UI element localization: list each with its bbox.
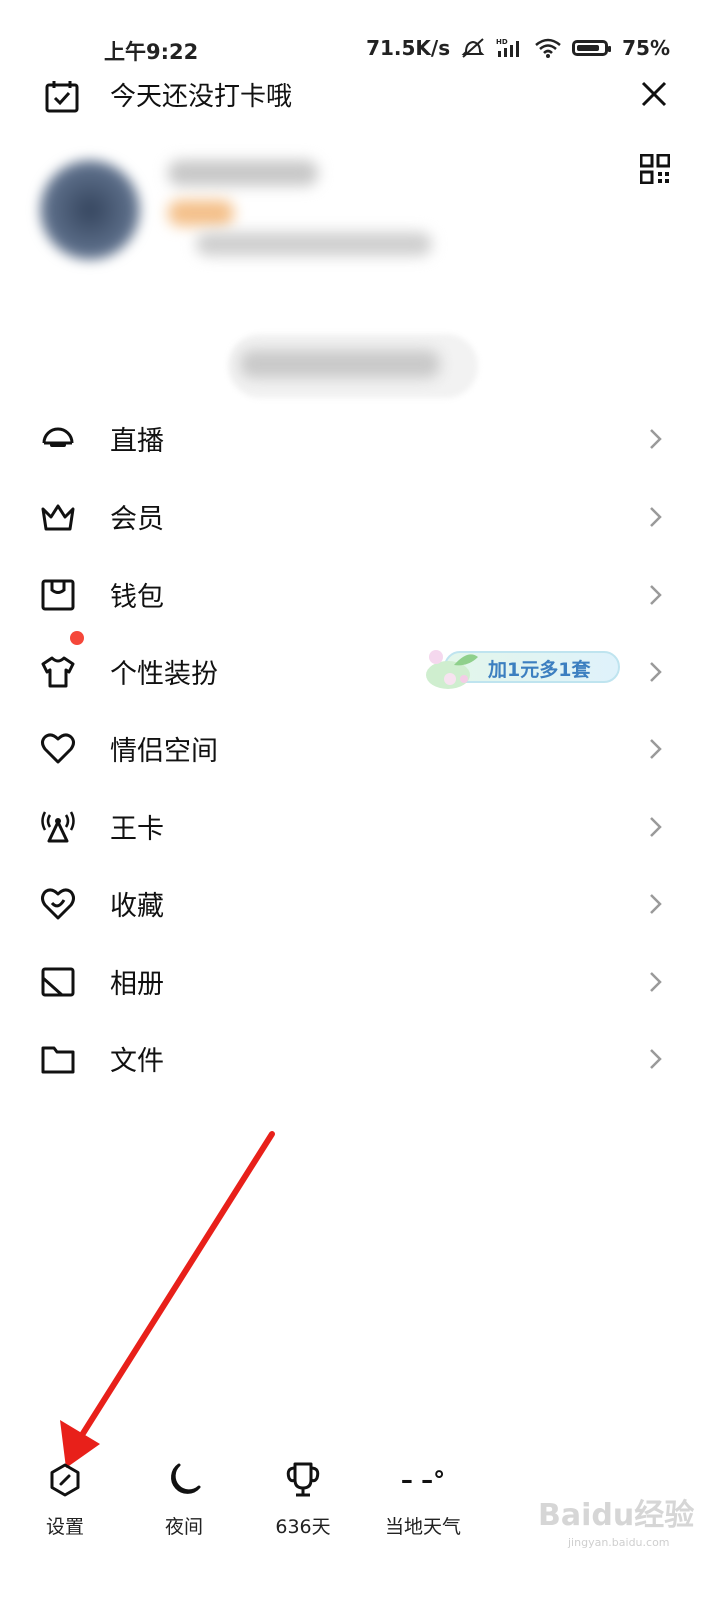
menu-label: 文件 bbox=[110, 1046, 164, 1077]
chevron-right-icon bbox=[650, 506, 662, 527]
night-mode-button[interactable]: 夜间 bbox=[129, 1460, 239, 1539]
status-pill-text-redacted bbox=[240, 350, 440, 378]
chevron-right-icon bbox=[650, 971, 662, 992]
watermark-logo: Baidu经验 bbox=[538, 1498, 695, 1533]
menu-item-vip[interactable]: 会员 bbox=[0, 478, 720, 555]
cell-signal-icon: HD bbox=[496, 38, 520, 57]
menu-item-files[interactable]: 文件 bbox=[0, 1020, 720, 1097]
album-icon bbox=[41, 967, 75, 996]
checkin-prompt[interactable]: 今天还没打卡哦 bbox=[110, 76, 292, 113]
menu-item-king-card[interactable]: 王卡 bbox=[0, 788, 720, 865]
days-button[interactable]: 636天 bbox=[248, 1460, 358, 1539]
weather-button[interactable]: – –° 当地天气 bbox=[368, 1460, 478, 1539]
night-label: 夜间 bbox=[164, 1516, 203, 1538]
wallet-icon bbox=[41, 579, 75, 610]
watermark-url: jingyan.baidu.com bbox=[568, 1536, 670, 1549]
crown-icon bbox=[41, 504, 75, 530]
qr-code-icon[interactable] bbox=[640, 154, 670, 184]
new-badge-dot bbox=[70, 631, 84, 645]
weather-label: 当地天气 bbox=[384, 1516, 461, 1538]
menu-label: 情侣空间 bbox=[110, 736, 218, 767]
moon-icon bbox=[171, 1463, 201, 1494]
chevron-right-icon bbox=[650, 893, 662, 914]
battery-icon bbox=[572, 40, 612, 56]
status-time: 上午9:22 bbox=[104, 40, 199, 64]
mute-icon bbox=[461, 38, 485, 58]
menu-label: 会员 bbox=[110, 504, 164, 535]
menu-label: 直播 bbox=[110, 426, 164, 457]
flower-icon bbox=[426, 650, 478, 689]
close-icon[interactable] bbox=[638, 78, 670, 110]
menu-label: 钱包 bbox=[110, 582, 164, 613]
menu-label: 收藏 bbox=[110, 891, 164, 922]
menu-item-live[interactable]: 直播 bbox=[0, 400, 720, 477]
menu-label: 相册 bbox=[110, 969, 164, 1000]
promo-text: 加1元多1套 bbox=[488, 659, 591, 681]
status-bar: 上午9:22 71.5K/s HD 75% bbox=[0, 0, 720, 70]
status-right: 71.5K/s HD 75% bbox=[366, 36, 670, 60]
weather-value: – –° bbox=[400, 1466, 446, 1494]
menu-item-personalize[interactable]: 个性装扮 加1元多1套 bbox=[0, 631, 720, 710]
profile-sign-redacted bbox=[196, 232, 432, 256]
folder-icon bbox=[41, 1046, 75, 1073]
chevron-right-icon bbox=[650, 1048, 662, 1069]
heart-icon bbox=[41, 732, 75, 763]
days-label: 636天 bbox=[275, 1516, 331, 1538]
wifi-icon bbox=[535, 38, 561, 58]
menu-item-wallet[interactable]: 钱包 bbox=[0, 556, 720, 633]
tshirt-icon bbox=[41, 656, 75, 687]
menu-item-favorites[interactable]: 收藏 bbox=[0, 865, 720, 942]
chevron-right-icon bbox=[650, 584, 662, 605]
trophy-icon bbox=[286, 1462, 320, 1497]
profile-badge-redacted bbox=[168, 200, 234, 226]
battery-level: 75% bbox=[622, 36, 670, 60]
avatar[interactable] bbox=[40, 160, 140, 260]
signal-tower-icon bbox=[41, 810, 75, 842]
settings-label: 设置 bbox=[45, 1516, 84, 1538]
profile-name-redacted bbox=[168, 160, 318, 186]
svg-text:HD: HD bbox=[496, 38, 508, 46]
promo-banner[interactable]: 加1元多1套 bbox=[424, 645, 620, 691]
calendar-check-icon[interactable] bbox=[44, 78, 80, 114]
chevron-right-icon bbox=[650, 738, 662, 759]
menu-item-couple-space[interactable]: 情侣空间 bbox=[0, 710, 720, 787]
settings-button[interactable]: 设置 bbox=[10, 1460, 120, 1539]
favorite-icon bbox=[41, 887, 75, 919]
chevron-right-icon bbox=[650, 428, 662, 449]
menu-label: 王卡 bbox=[110, 814, 164, 845]
network-speed: 71.5K/s bbox=[366, 36, 451, 60]
menu-item-album[interactable]: 相册 bbox=[0, 943, 720, 1020]
annotation-arrow bbox=[60, 1131, 275, 1468]
settings-icon bbox=[50, 1463, 80, 1497]
menu-label: 个性装扮 bbox=[110, 659, 218, 690]
chevron-right-icon bbox=[650, 661, 662, 682]
live-icon bbox=[42, 427, 74, 447]
chevron-right-icon bbox=[650, 816, 662, 837]
